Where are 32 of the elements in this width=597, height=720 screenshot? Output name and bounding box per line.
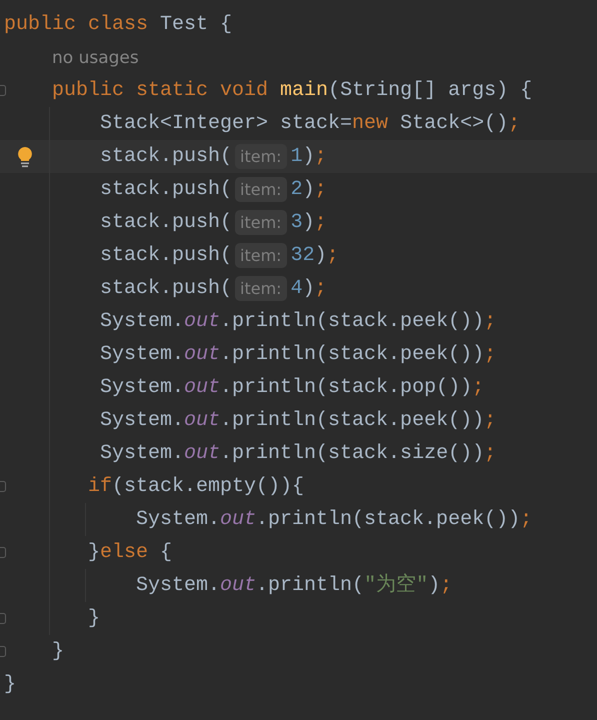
code-text: System.out.println(stack.pop()); xyxy=(100,376,484,400)
code-text: 3); xyxy=(290,210,327,234)
code-text: public static void main(String[] args) { xyxy=(52,78,532,102)
code-text: stack.push( xyxy=(100,178,232,202)
code-text: if(stack.empty()){ xyxy=(88,474,304,498)
code-text: 2); xyxy=(290,178,327,202)
code-text: stack.push( xyxy=(100,276,232,300)
code-text: System.out.println(stack.peek()); xyxy=(100,342,496,366)
parameter-hint: item: xyxy=(235,177,287,202)
code-text: System.out.println(stack.peek()); xyxy=(136,508,532,532)
code-text: System.out.println(stack.peek()); xyxy=(100,310,496,334)
code-text: stack.push( xyxy=(100,244,232,268)
code-text: stack.push( xyxy=(100,144,232,168)
parameter-hint: item: xyxy=(235,210,287,235)
usage-hint: no usages xyxy=(52,46,139,70)
code-text: 32); xyxy=(290,244,339,268)
code-text: stack.push( xyxy=(100,210,232,234)
code-text: } xyxy=(88,606,100,630)
code-text: public class Test { xyxy=(4,12,232,36)
code-text: System.out.println("为空"); xyxy=(136,574,452,598)
code-text: }else { xyxy=(88,540,172,564)
parameter-hint: item: xyxy=(235,276,287,301)
lightbulb-icon[interactable] xyxy=(16,146,34,168)
code-text: 4); xyxy=(290,276,327,300)
code-text: Stack<Integer> stack=new Stack<>(); xyxy=(100,112,520,136)
parameter-hint: item: xyxy=(235,243,287,268)
code-text: } xyxy=(4,672,16,696)
code-text: } xyxy=(52,640,64,664)
parameter-hint: item: xyxy=(235,144,287,169)
code-text: System.out.println(stack.size()); xyxy=(100,442,496,466)
code-text: System.out.println(stack.peek()); xyxy=(100,408,496,432)
code-text: 1); xyxy=(290,144,327,168)
